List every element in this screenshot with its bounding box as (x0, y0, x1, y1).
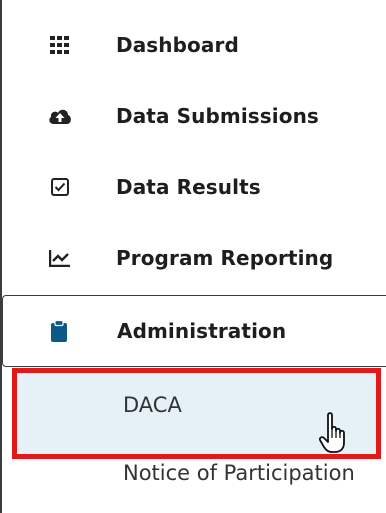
sidebar-item-label: Dashboard (116, 33, 239, 57)
line-chart-icon (48, 246, 72, 270)
sidebar-subitem-notice-of-participation[interactable]: Notice of Participation (2, 446, 386, 502)
sidebar-subitem-label: DACA (123, 393, 182, 417)
dashboard-grid-icon (48, 33, 72, 57)
sidebar-item-label: Program Reporting (116, 246, 334, 270)
sidebar-item-label: Data Results (116, 175, 261, 199)
sidebar-item-data-results[interactable]: Data Results (2, 158, 386, 216)
sidebar-item-data-submissions[interactable]: Data Submissions (2, 87, 386, 145)
sidebar-item-program-reporting[interactable]: Program Reporting (2, 229, 386, 287)
sidebar-item-label: Administration (117, 319, 287, 343)
sidebar-item-dashboard[interactable]: Dashboard (2, 16, 386, 74)
clipboard-icon (47, 319, 71, 343)
sidebar-nav: Dashboard Data Submissions Data Results (0, 0, 386, 513)
sidebar-item-label: Data Submissions (116, 104, 319, 128)
cloud-upload-icon (48, 104, 72, 128)
checkbox-icon (48, 175, 72, 199)
sidebar-item-administration[interactable]: Administration (2, 295, 386, 367)
sidebar-subitem-label: Notice of Participation (123, 461, 355, 485)
